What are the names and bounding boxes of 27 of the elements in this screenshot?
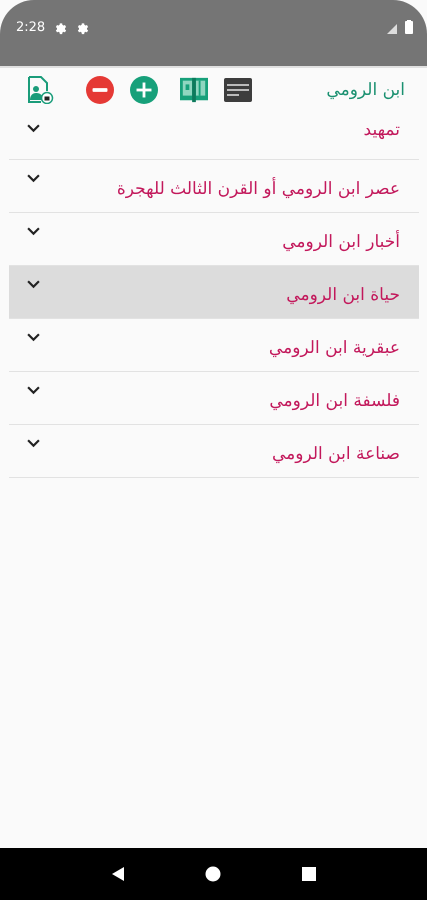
plus-icon[interactable] [130,76,158,104]
book-icon[interactable] [180,76,208,104]
gear-icon [75,21,90,35]
gear-icon [53,21,68,35]
minus-icon[interactable] [86,76,114,104]
back-icon[interactable] [110,866,126,882]
card-icon[interactable] [224,76,252,104]
chevron-icon[interactable] [27,439,40,448]
chevron-icon[interactable] [27,124,40,133]
list-item[interactable]: فلسفة ابن الرومي [9,372,419,425]
list-item[interactable]: صناعة ابن الرومي [9,425,419,478]
chevron-icon[interactable] [27,227,40,236]
list-item[interactable]: حياة ابن الرومي [9,266,419,319]
list-item[interactable]: تمهيد [9,112,419,160]
chevron-icon[interactable] [27,386,40,395]
list-item[interactable]: عبقرية ابن الرومي [9,319,419,372]
chevron-icon[interactable] [27,333,40,342]
screen-title: ابن الرومي [326,80,405,100]
recents-icon[interactable] [301,866,318,882]
chevron-icon[interactable] [27,280,40,289]
document-lock-icon[interactable] [26,76,54,104]
list-item[interactable]: عصر ابن الرومي أو القرن الثالث للهجرة [9,160,419,213]
home-icon[interactable] [205,866,222,882]
clock: 2:28 [16,20,46,36]
chevron-icon[interactable] [27,174,40,183]
signal-icon [387,24,397,34]
battery-icon [405,20,413,34]
